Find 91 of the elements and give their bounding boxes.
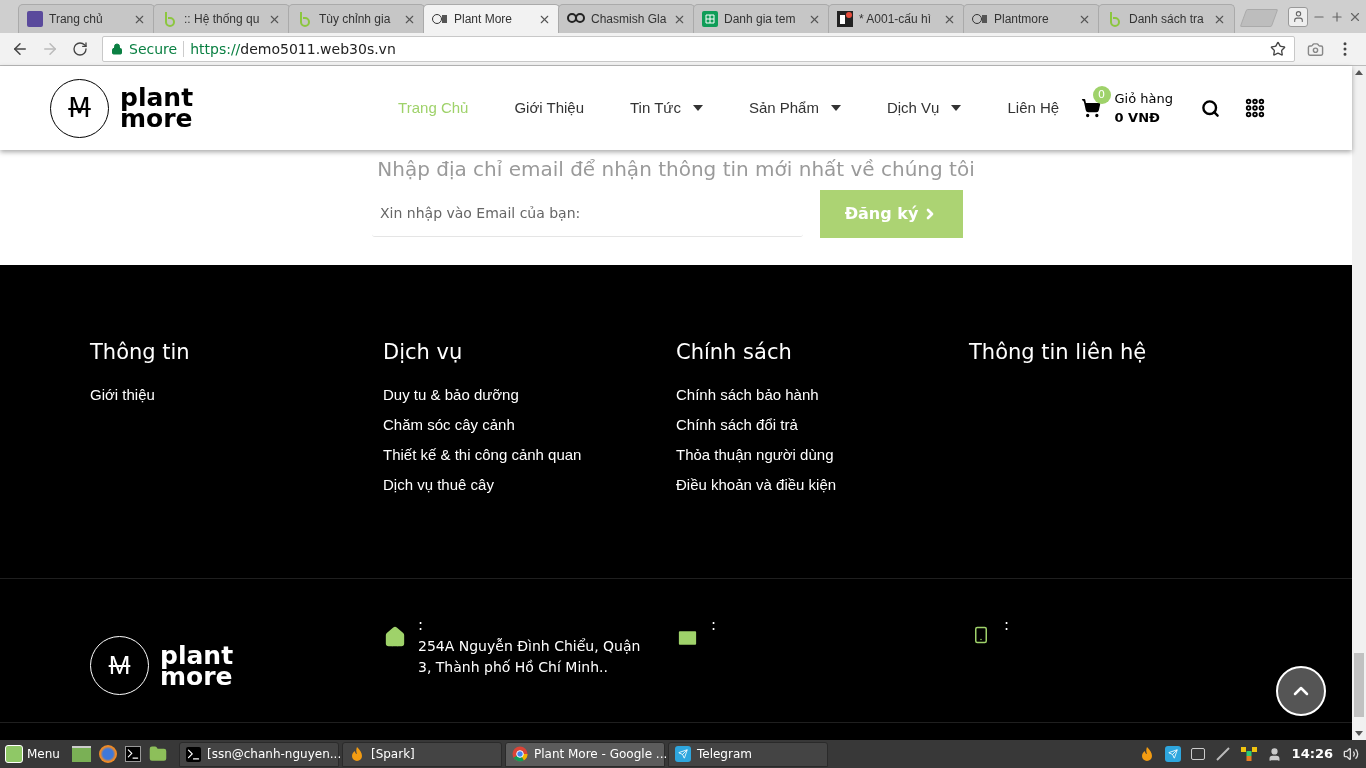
contact-label: : (418, 615, 425, 636)
taskbar-window-button[interactable]: Plant More - Google ... (504, 741, 665, 767)
browser-tab[interactable]: Danh gia tem (693, 4, 830, 33)
colored-blocks-icon[interactable] (1240, 747, 1257, 761)
nav-link[interactable]: Liên Hệ (1007, 96, 1060, 120)
chrome-icon (511, 746, 528, 762)
tab-favicon-icon (27, 11, 43, 27)
footer-heading: Dịch vụ (383, 339, 464, 365)
tab-title: Danh sách tra (1129, 11, 1205, 28)
footer-link[interactable]: Chính sách bảo hành (676, 385, 969, 404)
desktop-icon[interactable] (71, 746, 91, 762)
tab-favicon-icon (432, 11, 448, 27)
forward-arrow-icon (41, 40, 59, 58)
logo-wordmark: plant more (160, 644, 234, 687)
profile-button[interactable] (1288, 6, 1308, 27)
tab-title: Tùy chỉnh gia (319, 11, 392, 28)
browser-tab[interactable]: :: Hệ thống qu (153, 4, 290, 33)
tab-title: Chasmish Gla (591, 11, 667, 28)
contact-label: : (711, 615, 717, 636)
home-icon (383, 626, 406, 648)
volume-icon[interactable] (1343, 746, 1359, 762)
reload-icon (72, 41, 88, 57)
browser-tab[interactable]: Tùy chỉnh gia (288, 4, 425, 33)
nav-link[interactable]: Sản Phẩm (748, 96, 841, 120)
taskbar-window-button[interactable]: [Spark] (341, 741, 502, 767)
footer-link[interactable]: Dịch vụ thuê cây (383, 475, 676, 494)
tab-title: Trang chủ (49, 11, 104, 28)
menu-button[interactable]: Menu (3, 742, 62, 766)
browser-tab[interactable]: Chasmish Gla (558, 4, 695, 33)
logo-wordmark: plant more (120, 87, 194, 129)
folder-icon[interactable] (148, 745, 167, 763)
email-input[interactable]: Xin nhập vào Email của bạn: (372, 190, 803, 237)
telegram-icon (674, 746, 691, 762)
security-label: Secure (129, 39, 178, 59)
user-icon[interactable] (1266, 746, 1282, 762)
cart-label: Giỏ hàng (1114, 90, 1173, 108)
contact-label: : (1004, 615, 1010, 636)
browser-tab[interactable]: * A001-cấu hì (828, 4, 965, 33)
tab-title: :: Hệ thống qu (184, 11, 261, 28)
nav-link[interactable]: Giới Thiệu (514, 96, 584, 120)
search-icon[interactable] (1201, 98, 1220, 118)
terminal-icon[interactable] (124, 746, 141, 762)
mint-logo-icon (5, 745, 23, 763)
footer-link[interactable]: Chính sách đổi trả (676, 415, 969, 434)
footer-link[interactable]: Giới thiệu (90, 385, 383, 404)
terminal-icon (185, 746, 201, 762)
footer-link[interactable]: Thỏa thuận người dùng (676, 445, 969, 464)
nav-link[interactable]: Tin Tức (630, 96, 703, 120)
telegram-icon (1164, 746, 1181, 762)
browser-tab[interactable]: Danh sách tra (1098, 4, 1235, 33)
tab-title: * A001-cấu hì (859, 11, 933, 28)
tab-title: Danh gia tem (724, 11, 797, 28)
tab-favicon-icon (297, 11, 313, 27)
footer-link[interactable]: Thiết kế & thi công cảnh quan (383, 445, 676, 464)
grid-menu-icon[interactable] (1244, 97, 1266, 119)
bookmark-star-icon[interactable] (1270, 41, 1286, 57)
taskbar-window-button[interactable]: [ssn@chanh-nguyen... (178, 741, 339, 767)
footer-link[interactable]: Điều khoản và điều kiện (676, 475, 969, 494)
browser-tab[interactable]: Plant More (423, 4, 560, 33)
tab-favicon-icon (162, 11, 178, 27)
footer-link[interactable]: Chăm sóc cây cảnh (383, 415, 676, 434)
tab-favicon-icon (972, 11, 988, 27)
lock-icon (111, 43, 123, 55)
cart-total: 0 VNĐ (1114, 109, 1161, 127)
firefox-icon[interactable] (98, 745, 117, 763)
clock[interactable]: 14:26 (1291, 744, 1333, 764)
scroll-up-icon[interactable] (1355, 70, 1363, 75)
user-icon (1291, 10, 1305, 23)
url-text: https://demo5011.web30s.vn (190, 39, 396, 59)
contact-text: 254A Nguyễn Đình Chiểu, Quận 3, Thành phố Hồ Chí Minh.. (418, 637, 642, 677)
footer-heading: Thông tin (90, 339, 191, 365)
tab-favicon-icon (702, 11, 718, 27)
tab-title: Plantmore (994, 11, 1050, 28)
tab-favicon-icon (837, 11, 853, 27)
nav-link[interactable]: Dịch Vụ (886, 96, 962, 120)
camera-icon[interactable] (1307, 40, 1324, 58)
scrollbar[interactable] (1352, 66, 1366, 740)
tab-title: Plant More (454, 11, 514, 28)
scroll-down-icon[interactable] (1355, 731, 1363, 736)
taskbar-window-button[interactable]: Telegram (667, 741, 828, 767)
cart-count-badge: 0 (1092, 86, 1111, 104)
scroll-thumb[interactable] (1354, 653, 1364, 717)
newsletter-heading: Nhập địa chỉ email để nhận thông tin mới nhất về chúng tôi (377, 156, 975, 182)
footer-heading: Thông tin liên hệ (969, 339, 1148, 365)
footer-link[interactable]: Duy tu & bảo dưỡng (383, 385, 676, 404)
footer-heading: Chính sách (676, 339, 793, 365)
browser-tab[interactable]: Plantmore (963, 4, 1100, 33)
tab-favicon-icon (1107, 11, 1123, 27)
browser-tab[interactable]: Trang chủ (18, 4, 155, 33)
cart-icon[interactable] (1080, 98, 1101, 118)
address-bar[interactable]: Secure https://demo5011.web30s.vn (102, 36, 1295, 62)
